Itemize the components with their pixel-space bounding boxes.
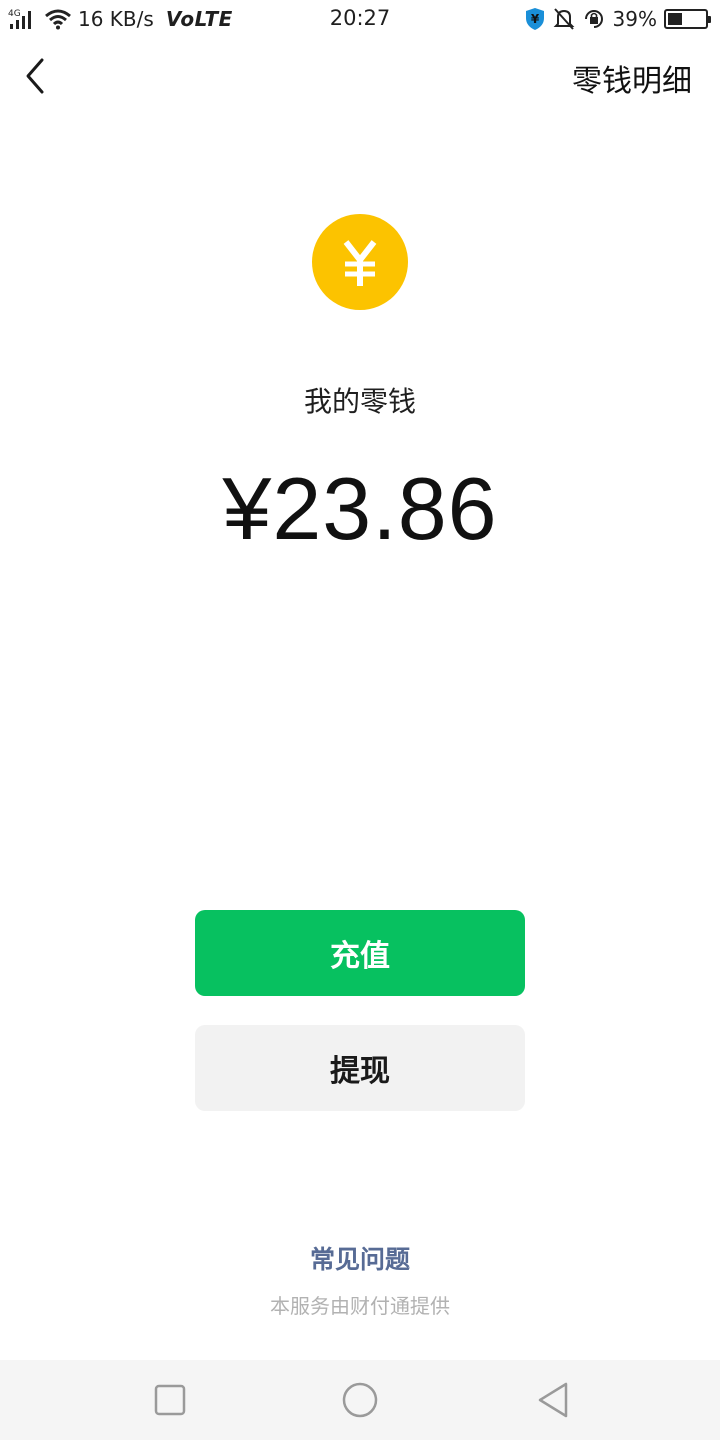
shield-yen-icon: ¥ (525, 8, 544, 30)
recent-apps-button[interactable] (148, 1378, 192, 1422)
battery-percent: 39% (612, 7, 657, 31)
battery-icon (664, 9, 711, 29)
rotation-lock-icon (584, 10, 603, 28)
system-back-button[interactable] (532, 1378, 576, 1422)
withdraw-button[interactable]: 提现 (195, 1025, 525, 1111)
status-right: ¥ 39% (524, 5, 711, 33)
svg-text:¥: ¥ (530, 12, 539, 26)
status-bar: 4G 16 KB/s VoLTE 20:27 ¥ 39% (0, 0, 720, 38)
triangle-back-icon (538, 1382, 568, 1418)
circle-home-icon (342, 1382, 378, 1418)
faq-link[interactable]: 常见问题 (0, 1240, 720, 1276)
balance-amount: ¥23.86 (222, 459, 498, 558)
back-button[interactable] (16, 54, 56, 98)
yen-symbol-graphic (343, 240, 377, 286)
chevron-left-icon (26, 58, 44, 94)
recharge-label: 充值 (330, 939, 390, 974)
balance-label: 我的零钱 (303, 385, 416, 418)
withdraw-label: 提现 (330, 1054, 390, 1089)
square-recent-icon (154, 1384, 186, 1416)
home-button[interactable] (338, 1378, 382, 1422)
bell-off-icon (553, 8, 574, 30)
recharge-button[interactable]: 充值 (195, 910, 525, 996)
provider-text: 本服务由财付通提供 (270, 1294, 450, 1318)
battery-level-fill (668, 13, 682, 25)
change-details-link[interactable]: 零钱明细 (572, 56, 692, 100)
system-nav-bar (0, 1360, 720, 1440)
yen-coin-icon (312, 214, 408, 310)
